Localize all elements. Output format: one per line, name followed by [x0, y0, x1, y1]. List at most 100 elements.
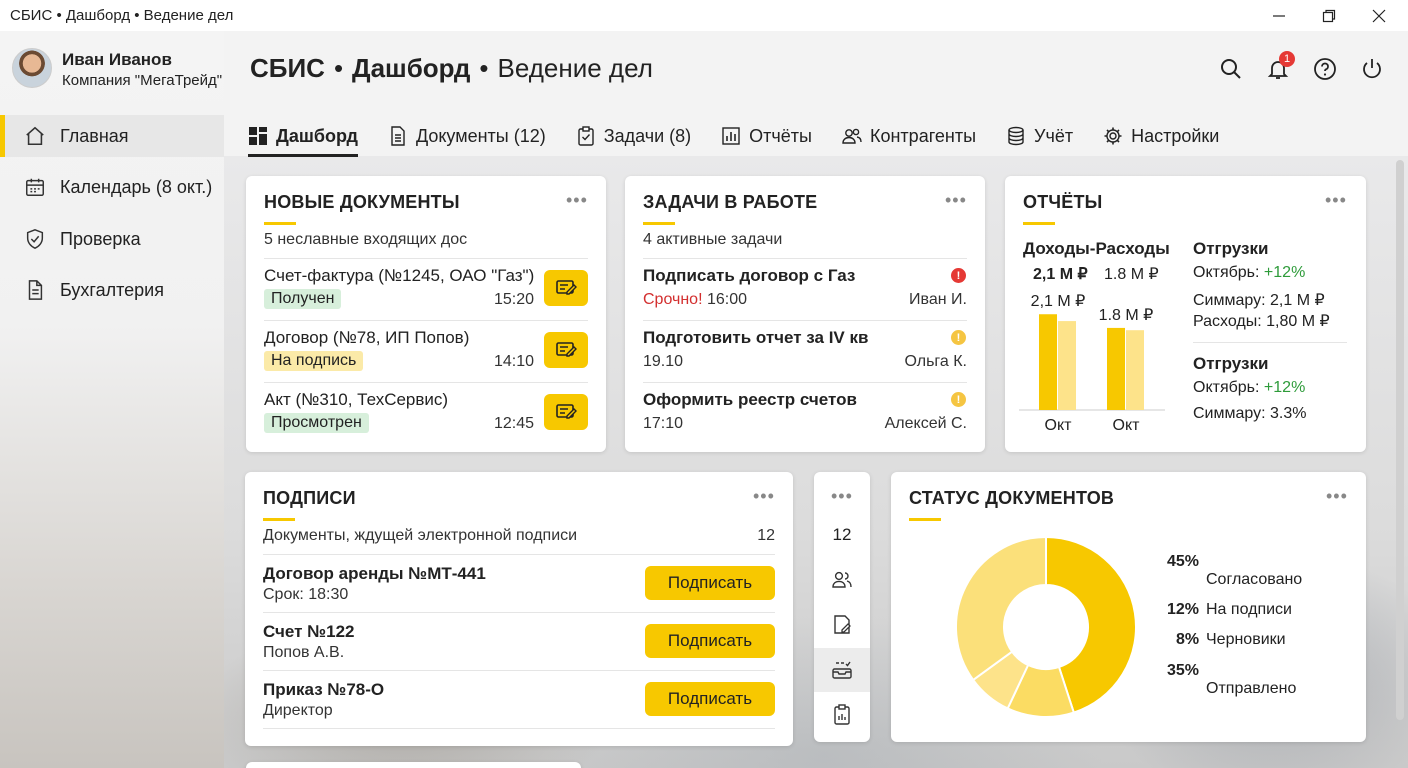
sidebar-item-accounting[interactable]: Бухгалтерия [0, 269, 224, 311]
card-title: ПОДПИСИ [263, 488, 356, 521]
document-icon [391, 126, 405, 146]
legend-label: Отправлено [1206, 680, 1297, 697]
database-icon [1008, 126, 1024, 146]
users-button[interactable] [830, 568, 854, 592]
clipboard-chart-icon [834, 704, 850, 725]
close-icon [1372, 9, 1386, 22]
maximize-button[interactable] [1306, 0, 1352, 31]
more-menu-button[interactable]: ••• [945, 190, 967, 211]
clipboard-button[interactable] [830, 703, 854, 727]
scrollbar[interactable] [1396, 160, 1404, 720]
tab-documents[interactable]: Документы (12) [373, 116, 561, 156]
users-icon [842, 128, 862, 144]
tab-contractors[interactable]: Контрагенты [827, 116, 991, 156]
more-menu-button[interactable]: ••• [566, 190, 588, 211]
document-name[interactable]: Счет-фактура (№1245, ОАО "Газ") [264, 266, 534, 286]
chart-bar [1058, 321, 1076, 410]
shipments-month: Октябрь: +12% [1193, 379, 1305, 397]
tab-tasks[interactable]: Задачи (8) [561, 116, 706, 156]
shipments-summary: Симмару: 3.3% [1193, 405, 1307, 422]
user-company: Компания "МегаТрейд" [62, 72, 223, 89]
tab-settings[interactable]: Настройки [1088, 116, 1234, 156]
divider [263, 728, 775, 729]
sidebar-item-label: Проверка [60, 228, 141, 249]
shipments-title: Отгрузки [1193, 239, 1269, 258]
legend-label: Согласовано [1206, 571, 1303, 588]
divider [263, 670, 775, 671]
open-document-button[interactable] [544, 270, 588, 306]
growth-value: +12% [1263, 264, 1306, 281]
more-menu-button[interactable]: ••• [1326, 486, 1348, 507]
divider [643, 258, 967, 259]
shield-icon [26, 229, 44, 249]
avatar[interactable] [12, 48, 52, 88]
document-time: 14:10 [494, 353, 535, 370]
bar-chart-icon [722, 127, 740, 145]
window-title: СБИС • Дашборд • Ведение дел [10, 7, 234, 24]
card-title: НОВЫЕ ДОКУМЕНТЫ [264, 192, 460, 225]
more-menu-button[interactable]: ••• [753, 486, 775, 507]
divider [643, 320, 967, 321]
task-name[interactable]: Подготовить отчет за IV кв [643, 328, 868, 348]
power-button[interactable] [1359, 56, 1385, 82]
signature-document-name[interactable]: Приказ №78-О [263, 680, 384, 700]
users-icon [832, 571, 852, 588]
divider [643, 382, 967, 383]
tab-label: Учёт [1034, 125, 1074, 146]
chart-heading: Доходы-Расходы [1023, 239, 1170, 258]
shipments-title: Отгрузки [1193, 354, 1269, 373]
open-document-button[interactable] [544, 332, 588, 368]
shipments-expenses: Расходы: 1,80 М ₽ [1193, 313, 1330, 330]
signature-document-name[interactable]: Счет №122 [263, 622, 355, 642]
more-menu-button[interactable]: ••• [1325, 190, 1347, 211]
sidebar-item-calendar[interactable]: Календарь (8 окт.) [0, 166, 224, 208]
sidebar-item-check[interactable]: Проверка [0, 218, 224, 260]
help-button[interactable] [1312, 56, 1338, 82]
task-deadline: Срочно! 16:00 [643, 291, 747, 309]
document-name[interactable]: Договор (№78, ИП Попов) [264, 328, 469, 348]
sign-button[interactable]: Подписать [645, 624, 775, 658]
sign-document-button[interactable] [830, 613, 854, 637]
signature-document-name[interactable]: Договор аренды №МТ-441 [263, 564, 486, 584]
legend-label: Черновики [1206, 631, 1286, 648]
inbox-button[interactable] [830, 658, 854, 682]
legend-percent: 35% [1167, 662, 1200, 679]
chart-bar [1126, 330, 1144, 410]
search-button[interactable] [1218, 56, 1244, 82]
task-name[interactable]: Подписать договор с Газ [643, 266, 855, 286]
month-label: Октябрь: [1193, 379, 1260, 396]
sidebar-item-home[interactable]: Главная [0, 115, 224, 157]
close-button[interactable] [1356, 0, 1402, 31]
document-name[interactable]: Акт (№310, ТехСервис) [264, 390, 448, 410]
minimize-button[interactable] [1256, 0, 1302, 31]
sign-button[interactable]: Подписать [645, 682, 775, 716]
quick-actions-panel: ••• 12 [814, 472, 870, 742]
divider [263, 554, 775, 555]
pending-count: 12 [757, 527, 775, 544]
new-documents-card: НОВЫЕ ДОКУМЕНТЫ ••• 5 неславные входящих… [246, 176, 606, 452]
sign-button[interactable]: Подписать [645, 566, 775, 600]
tab-accounting[interactable]: Учёт [991, 116, 1088, 156]
edit-document-icon [556, 342, 577, 357]
legend-percent: 45% [1167, 553, 1200, 570]
tab-label: Настройки [1131, 125, 1220, 146]
tab-label: Документы (12) [415, 125, 546, 146]
tab-label: Контрагенты [870, 125, 977, 146]
document-status-card: СТАТУС ДОКУМЕНТОВ ••• 45% Согласовано 12… [891, 472, 1366, 742]
quick-count: 12 [832, 525, 852, 544]
task-time: 16:00 [706, 291, 748, 308]
tab-reports[interactable]: Отчёты [706, 116, 827, 156]
more-menu-button[interactable]: ••• [831, 486, 853, 507]
tab-dashboard[interactable]: Дашборд [248, 116, 373, 157]
status-badge: Получен [264, 289, 342, 309]
signature-document-detail: Попов А.В. [263, 644, 345, 661]
open-document-button[interactable] [544, 394, 588, 430]
task-name[interactable]: Оформить реестр счетов [643, 390, 857, 410]
minimize-icon [1273, 14, 1285, 17]
divider [264, 258, 588, 259]
divider [264, 382, 588, 383]
chart-bar [1107, 327, 1125, 410]
signature-document-detail: Срок: 18:30 [263, 586, 349, 603]
home-icon [26, 126, 44, 146]
user-name: Иван Иванов [62, 50, 172, 69]
